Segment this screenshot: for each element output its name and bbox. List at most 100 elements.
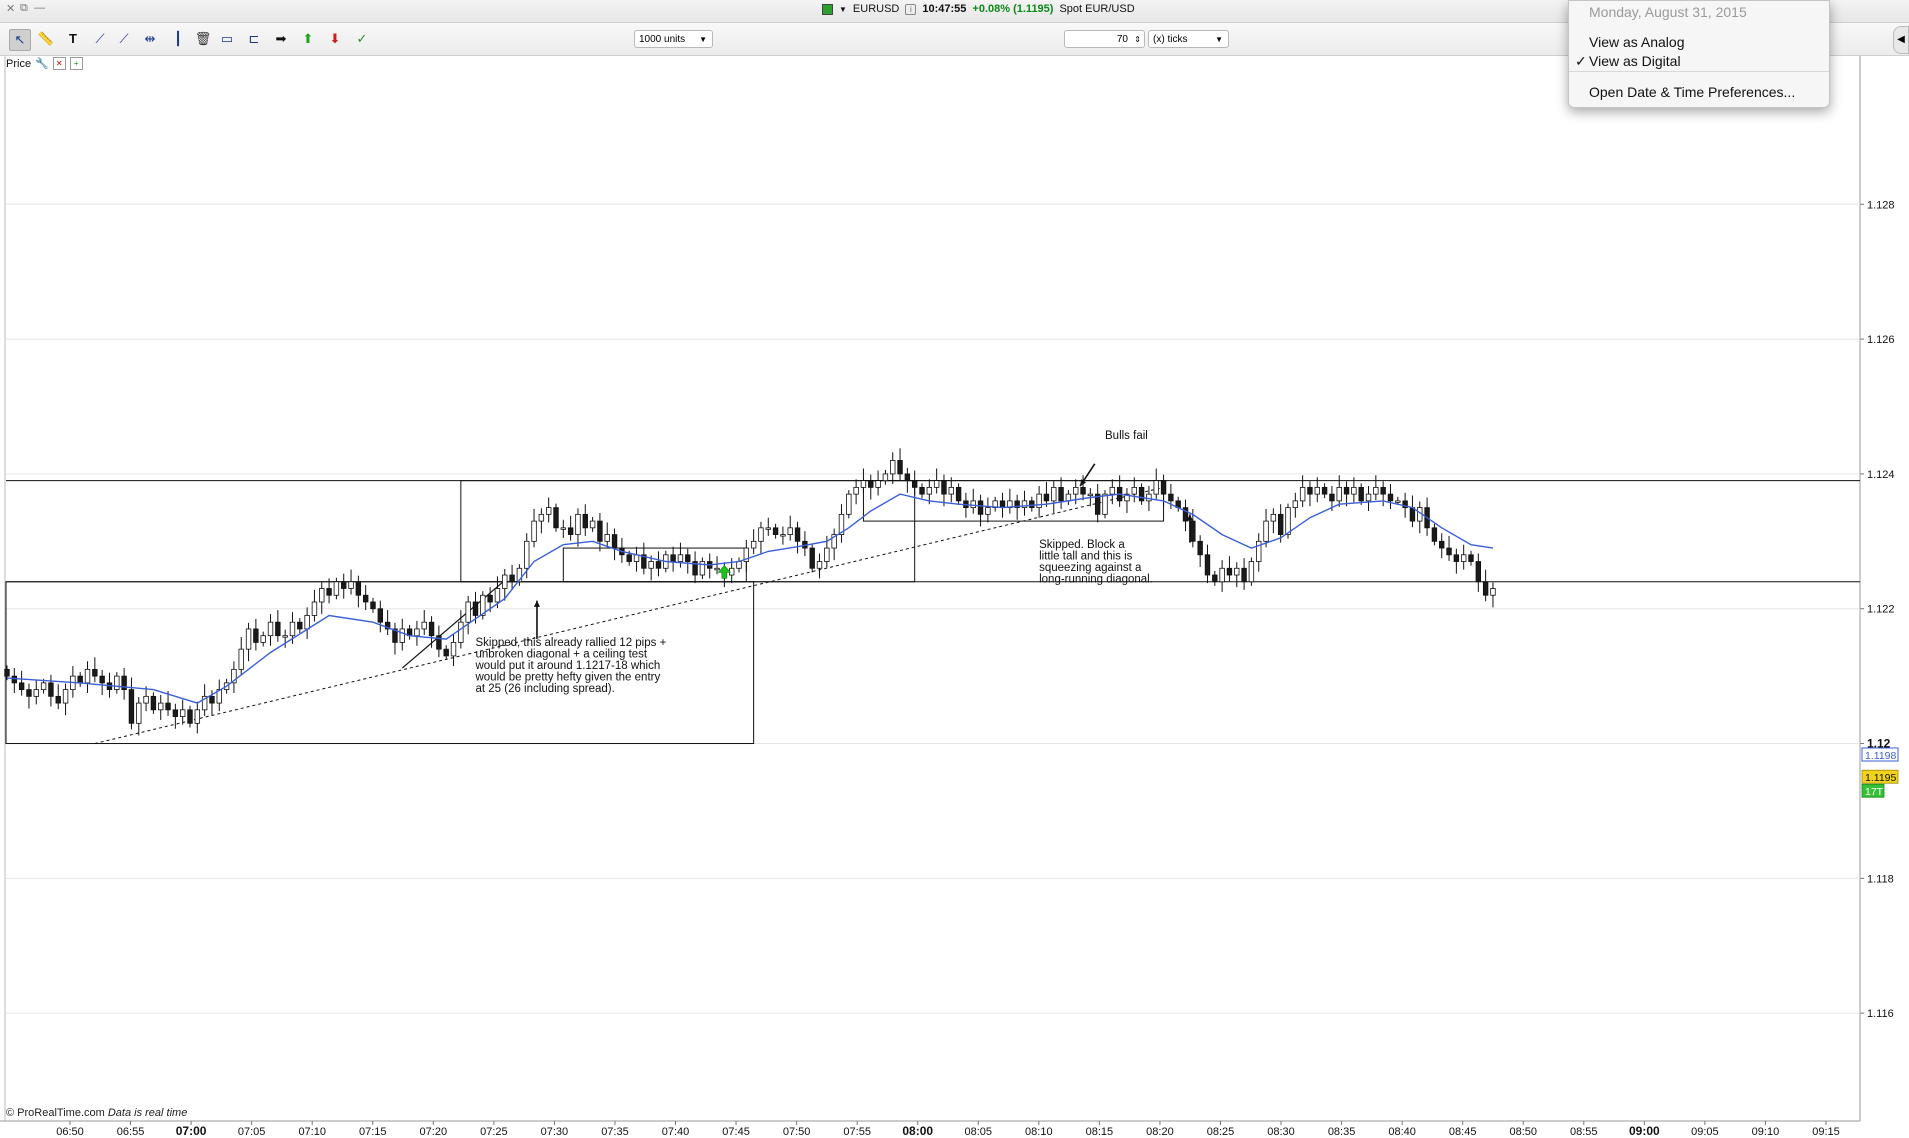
bear-candle-body: [18, 682, 25, 691]
candle: [414, 620, 420, 646]
annotation-text: Skipped, this already rallied 12 pips +: [475, 637, 666, 649]
close-icon[interactable]: ✕: [6, 2, 15, 15]
bear-candle-body: [868, 480, 874, 488]
channel-icon[interactable]: ⊏: [244, 29, 264, 49]
line-icon[interactable]: ⟋: [90, 29, 110, 49]
candle: [699, 557, 706, 580]
menu-item-analog[interactable]: View as Analog: [1589, 34, 1684, 50]
bear-candle-body: [626, 554, 632, 562]
trash-icon[interactable]: 🗑: [193, 29, 213, 49]
bear-candle-body: [443, 648, 449, 657]
menu-date-header: Monday, August 31, 2015: [1589, 4, 1747, 20]
menu-item-digital[interactable]: View as Digital: [1589, 53, 1681, 69]
chevron-down-icon[interactable]: ▼: [839, 5, 847, 14]
bull-candle-body: [736, 561, 742, 569]
bull-candle-body: [846, 493, 852, 515]
candle: [33, 679, 39, 705]
candle: [362, 585, 369, 611]
collapse-panel-button[interactable]: ◀: [1893, 26, 1909, 54]
bull-candle-body: [1248, 561, 1255, 583]
ticks-remaining-label: 17T: [1861, 783, 1885, 798]
bull-candle-body: [348, 581, 354, 589]
vertical-line-icon[interactable]: ┃: [168, 29, 188, 49]
candle: [1307, 481, 1313, 507]
candle: [890, 452, 896, 485]
bear-candle-body: [904, 473, 911, 482]
candle: [933, 468, 940, 494]
bear-candle-body: [1321, 486, 1328, 495]
annotation-text: would put it around 1.1217-18 which: [474, 660, 660, 672]
candle: [1248, 557, 1255, 586]
arrow-right-icon[interactable]: ➡: [271, 29, 291, 49]
candle: [758, 521, 764, 554]
bear-candle-body: [1058, 486, 1064, 502]
x-tick-label: 08:05: [965, 1126, 993, 1138]
cursor-icon[interactable]: ↖: [9, 29, 31, 51]
y-tick-label: 1.118: [1867, 873, 1894, 885]
candle: [1373, 475, 1379, 501]
x-tick-label: 07:10: [298, 1126, 326, 1138]
bull-candle-body: [1314, 486, 1320, 495]
candle: [1065, 490, 1072, 505]
bull-candle-body: [1219, 567, 1225, 583]
x-tick-label: 07:20: [420, 1126, 448, 1138]
restore-icon[interactable]: ⧉: [20, 2, 28, 15]
menu-item-preferences[interactable]: Open Date & Time Preferences...: [1589, 84, 1795, 100]
arrow-down-icon[interactable]: ⬇: [325, 29, 345, 49]
ticks-remaining-text: 17T: [1865, 786, 1884, 798]
y-tick-label: 1.116: [1867, 1008, 1894, 1020]
candle: [853, 479, 859, 505]
text-icon[interactable]: T: [63, 29, 83, 49]
bull-candle-body: [450, 642, 457, 657]
bear-candle-body: [1409, 507, 1416, 522]
bull-candle-body: [1051, 486, 1057, 502]
units-select[interactable]: 1000 units ▼: [634, 30, 713, 48]
arrow-up-icon[interactable]: ⬆: [298, 29, 318, 49]
dotted-trendline: [94, 486, 1164, 745]
bear-candle-body: [685, 554, 691, 562]
flag-icon[interactable]: [822, 3, 833, 15]
candle: [1343, 481, 1350, 507]
candle: [1263, 508, 1269, 548]
candle: [904, 467, 911, 493]
bear-candle-body: [275, 621, 281, 637]
copyright-text: © ProRealTime.com: [6, 1107, 105, 1119]
candle: [860, 468, 867, 494]
minimize-icon[interactable]: —: [34, 2, 45, 14]
x-tick-label: 09:10: [1752, 1126, 1780, 1138]
ruler-icon[interactable]: 📏: [36, 29, 56, 49]
clock-time: 10:47:55: [922, 3, 967, 15]
range-box: [562, 547, 747, 583]
bull-candle-body: [1336, 486, 1342, 502]
bear-candle-body: [1160, 480, 1167, 495]
bull-candle-body: [1102, 493, 1108, 515]
ticks-stepper[interactable]: 70 ⇕: [1064, 30, 1145, 48]
candle: [1116, 475, 1123, 507]
bull-candle-body: [985, 507, 991, 515]
horizontal-line-icon[interactable]: ⇹: [140, 29, 160, 49]
price-chart[interactable]: Bulls fail Skipped, this already rallied …: [0, 56, 1909, 1138]
x-tick-label: 08:35: [1328, 1126, 1356, 1138]
bull-candle-body: [33, 689, 39, 697]
indicator-icon[interactable]: ✓: [352, 29, 372, 49]
bull-candle-body: [1065, 493, 1072, 502]
candle: [370, 597, 376, 613]
x-tick-label: 07:25: [480, 1126, 508, 1138]
candle: [1102, 490, 1108, 519]
candle: [670, 546, 676, 572]
ray-icon[interactable]: ⟋: [114, 29, 134, 49]
x-tick-label: 07:30: [541, 1126, 569, 1138]
x-tick-label: 07:45: [722, 1126, 750, 1138]
clock-menu: Monday, August 31, 2015 View as Analog ✓…: [1568, 0, 1830, 108]
bull-candle-body: [289, 621, 296, 637]
rectangle-icon[interactable]: ▭: [217, 29, 237, 49]
candle: [1365, 486, 1372, 511]
ticks-select[interactable]: (x) ticks ▼: [1148, 30, 1229, 48]
candle: [150, 692, 157, 714]
candle: [692, 551, 698, 584]
x-tick-label: 06:50: [56, 1126, 84, 1138]
candle: [48, 674, 54, 707]
info-icon[interactable]: i: [905, 3, 917, 15]
symbol-label[interactable]: EURUSD: [853, 3, 899, 15]
x-tick-label: 08:45: [1449, 1126, 1477, 1138]
